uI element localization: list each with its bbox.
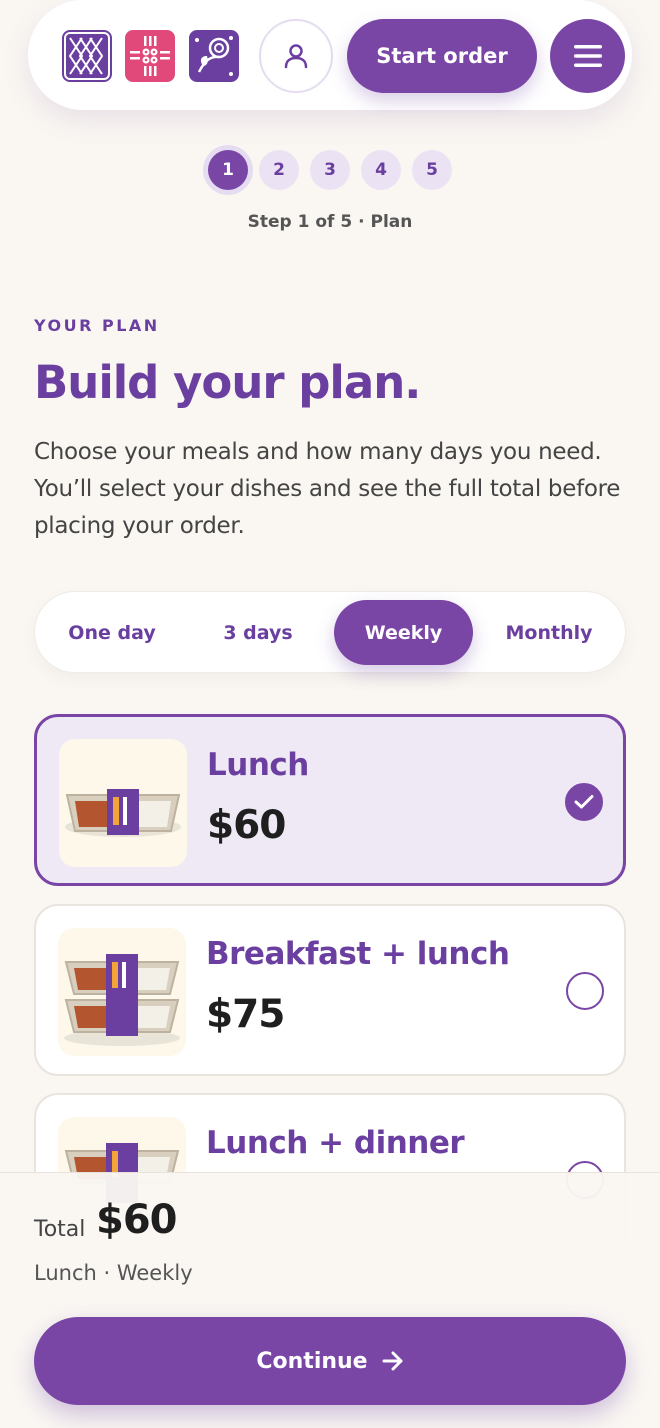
plan-radio[interactable]	[566, 972, 604, 1010]
step-caption: Step 1 of 5 · Plan	[247, 212, 413, 232]
duration-3-days[interactable]: 3 days	[185, 600, 331, 665]
logo-xx-icon[interactable]	[62, 30, 112, 82]
duration-monthly[interactable]: Monthly	[475, 600, 623, 665]
continue-button[interactable]: Continue	[34, 1317, 626, 1405]
duration-one-day[interactable]: One day	[39, 600, 185, 665]
menu-button[interactable]	[550, 19, 625, 93]
meal-container-image	[58, 928, 186, 1056]
step-1[interactable]: 1	[208, 150, 248, 190]
plan-name: Lunch	[207, 747, 309, 783]
step-4[interactable]: 4	[361, 150, 401, 190]
plan-card-lunch[interactable]: Lunch $60	[34, 714, 626, 886]
plan-name: Breakfast + lunch	[206, 936, 510, 972]
total-value: $60	[96, 1197, 177, 1243]
person-icon	[284, 44, 308, 69]
continue-label: Continue	[256, 1348, 368, 1374]
selection-summary: Lunch · Weekly	[34, 1261, 193, 1285]
arrow-right-icon	[382, 1351, 403, 1371]
duration-weekly[interactable]: Weekly	[334, 600, 473, 665]
plan-price: $75	[206, 992, 285, 1037]
logo-rose-icon[interactable]	[189, 30, 239, 82]
total-label: Total	[34, 1217, 86, 1242]
site-header: Start order	[28, 0, 632, 110]
step-3[interactable]: 3	[310, 150, 350, 190]
logo-flower-grid-icon[interactable]	[125, 30, 175, 82]
page-description: Choose your meals and how many days you …	[34, 439, 621, 539]
check-icon	[574, 795, 594, 809]
plan-radio-selected[interactable]	[565, 783, 603, 821]
plan-price: $60	[207, 803, 286, 848]
meal-container-image	[59, 739, 187, 867]
start-order-button[interactable]: Start order	[347, 19, 537, 93]
account-button[interactable]	[259, 19, 333, 93]
step-5[interactable]: 5	[412, 150, 452, 190]
duration-selector: One day 3 days Weekly Monthly	[34, 591, 626, 673]
order-summary-bar: Total $60 Lunch · Weekly Continue	[0, 1172, 660, 1428]
plan-name: Lunch + dinner	[206, 1125, 465, 1161]
step-2[interactable]: 2	[259, 150, 299, 190]
plan-card-breakfast-lunch[interactable]: Breakfast + lunch $75	[34, 904, 626, 1076]
progress-stepper: 1 2 3 4 5	[0, 150, 660, 190]
hamburger-icon	[573, 45, 602, 67]
section-eyebrow: YOUR PLAN	[34, 316, 160, 335]
page-title: Build your plan.	[34, 356, 421, 409]
